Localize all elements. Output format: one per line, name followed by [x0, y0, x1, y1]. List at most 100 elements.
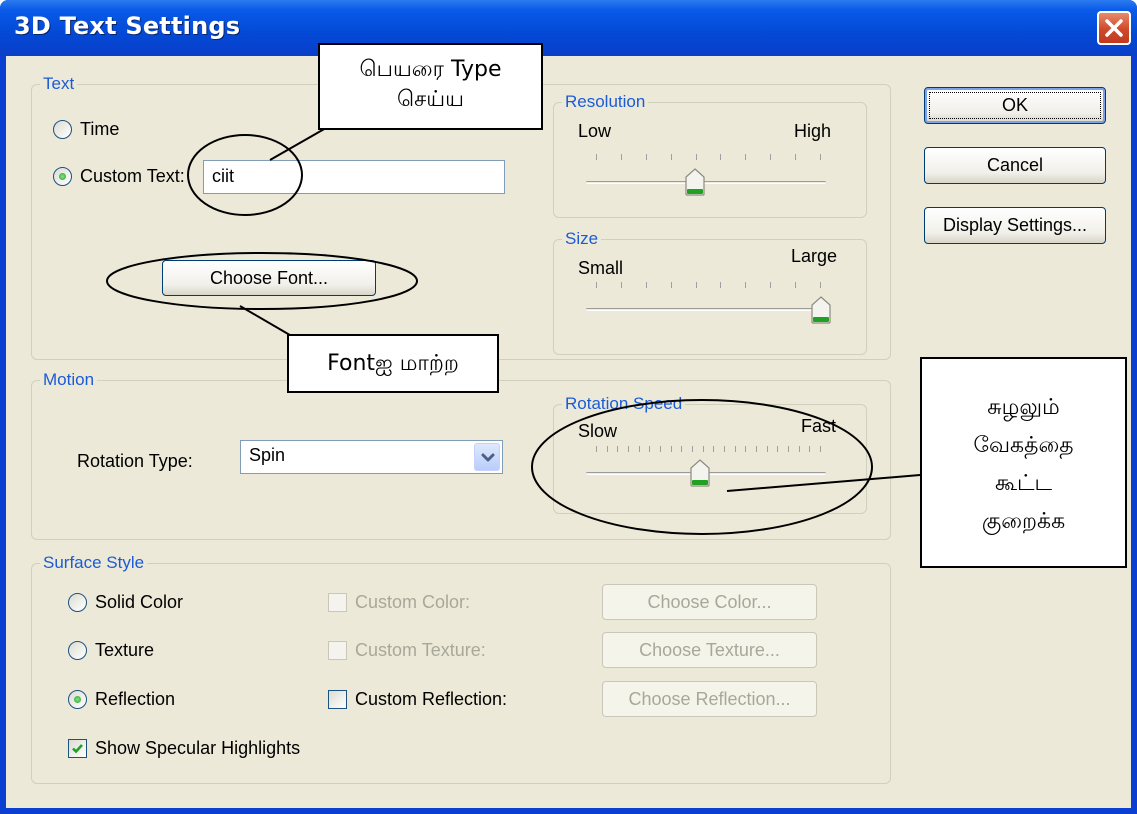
- show-specular-checkbox[interactable]: [68, 739, 87, 758]
- choose-font-label: Choose Font...: [209, 267, 329, 288]
- choose-color-label: Choose Color...: [647, 591, 772, 612]
- window-title: 3D Text Settings: [14, 12, 241, 40]
- slider-tick: [660, 446, 661, 452]
- slider-tick: [777, 446, 779, 452]
- annotation-speed-line2: வேகத்தை: [973, 433, 1074, 458]
- rotation-speed-fast-label: Fast: [801, 416, 837, 436]
- close-button[interactable]: [1097, 11, 1131, 45]
- resolution-low-label: Low: [578, 121, 612, 141]
- resolution-label: Resolution: [562, 92, 649, 112]
- slider-tick: [713, 446, 715, 452]
- display-settings-button[interactable]: Display Settings...: [924, 207, 1106, 244]
- slider-tick: [798, 446, 800, 452]
- rotation-speed-slider-thumb[interactable]: [689, 459, 710, 487]
- slider-tick: [795, 154, 797, 160]
- resolution-ticks: [596, 154, 821, 162]
- time-radio[interactable]: [53, 120, 72, 139]
- display-settings-label: Display Settings...: [942, 215, 1088, 235]
- slider-tick: [795, 282, 797, 288]
- annotation-type-name-line1: பெயரை Type: [359, 57, 502, 82]
- rotation-type-value: Spin: [249, 445, 286, 465]
- slider-tick: [809, 446, 811, 452]
- annotation-speed-line1: சுழலும்: [987, 395, 1060, 420]
- rotation-type-label: Rotation Type:: [77, 451, 193, 471]
- custom-reflection-label: Custom Reflection:: [355, 689, 508, 709]
- solid-color-radio[interactable]: [68, 593, 87, 612]
- annotation-type-name: பெயரை Type செய்ய: [318, 43, 543, 130]
- slider-tick: [620, 154, 622, 160]
- annotation-type-name-line2: செய்ய: [396, 87, 465, 112]
- slider-tick: [606, 446, 608, 452]
- custom-color-label: Custom Color:: [355, 592, 471, 612]
- slider-tick: [720, 282, 722, 288]
- slider-tick: [745, 282, 747, 288]
- slider-tick: [620, 282, 622, 288]
- annotation-change-font-text: Fontஐ மாற்ற: [327, 351, 459, 376]
- slider-tick: [745, 154, 747, 160]
- slider-tick: [820, 282, 821, 288]
- slider-tick: [645, 282, 647, 288]
- time-label: Time: [80, 119, 120, 139]
- size-slider-thumb[interactable]: [811, 296, 831, 324]
- title-bar[interactable]: 3D Text Settings: [0, 0, 1137, 56]
- annotation-change-font: Fontஐ மாற்ற: [287, 334, 499, 393]
- choose-font-button[interactable]: Choose Font...: [162, 260, 376, 296]
- ok-label: OK: [1001, 95, 1028, 115]
- rotation-speed-ticks: [596, 446, 821, 454]
- annotation-speed-line4: குறைக்க: [981, 509, 1066, 534]
- show-specular-label: Show Specular Highlights: [95, 738, 301, 758]
- rotation-speed-slow-label: Slow: [578, 421, 618, 441]
- reflection-radio[interactable]: [68, 690, 87, 709]
- dropdown-arrow-button[interactable]: [474, 443, 500, 471]
- slider-tick: [692, 446, 693, 452]
- size-ticks: [596, 282, 821, 290]
- resolution-high-label: High: [794, 121, 832, 141]
- texture-radio[interactable]: [68, 641, 87, 660]
- size-small-label: Small: [578, 258, 624, 278]
- slider-tick: [820, 446, 821, 452]
- slider-tick: [820, 154, 821, 160]
- resolution-slider-thumb[interactable]: [685, 168, 705, 196]
- rotation-speed-label: Rotation Speed: [562, 394, 686, 414]
- slider-tick: [724, 446, 725, 452]
- cancel-label: Cancel: [986, 155, 1044, 175]
- size-label: Size: [562, 229, 602, 249]
- resolution-track[interactable]: [586, 181, 826, 184]
- slider-tick: [638, 446, 640, 452]
- reflection-label: Reflection: [95, 689, 176, 709]
- slider-tick: [596, 282, 597, 288]
- size-track[interactable]: [586, 308, 826, 311]
- custom-text-radio[interactable]: [53, 167, 72, 186]
- ok-button[interactable]: OK: [924, 87, 1106, 124]
- slider-tick: [695, 154, 697, 160]
- custom-text-input[interactable]: ciit: [203, 160, 505, 194]
- custom-text-label: Custom Text:: [80, 166, 185, 186]
- text-group-label: Text: [40, 74, 78, 94]
- cancel-button[interactable]: Cancel: [924, 147, 1106, 184]
- texture-label: Texture: [95, 640, 155, 660]
- custom-color-checkbox: [328, 593, 347, 612]
- choose-color-button: Choose Color...: [602, 584, 817, 620]
- slider-tick: [720, 154, 722, 160]
- slider-tick: [756, 446, 757, 452]
- annotation-speed-line3: கூட்ட: [994, 471, 1053, 496]
- slider-tick: [770, 282, 772, 288]
- slider-tick: [628, 446, 629, 452]
- choose-reflection-button: Choose Reflection...: [602, 681, 817, 717]
- slider-tick: [670, 446, 672, 452]
- rotation-type-dropdown[interactable]: Spin: [240, 440, 503, 474]
- slider-tick: [770, 154, 772, 160]
- surface-style-label: Surface Style: [40, 553, 148, 573]
- slider-tick: [596, 446, 597, 452]
- slider-tick: [788, 446, 789, 452]
- slider-tick: [702, 446, 704, 452]
- slider-tick: [670, 282, 672, 288]
- slider-tick: [670, 154, 672, 160]
- custom-texture-label: Custom Texture:: [355, 640, 486, 660]
- motion-group-label: Motion: [40, 370, 98, 390]
- choose-texture-button: Choose Texture...: [602, 632, 817, 668]
- size-large-label: Large: [791, 246, 838, 266]
- annotation-rotation-speed: சுழலும் வேகத்தை கூட்ட குறைக்க: [920, 357, 1127, 568]
- slider-tick: [649, 446, 651, 452]
- custom-reflection-checkbox[interactable]: [328, 690, 347, 709]
